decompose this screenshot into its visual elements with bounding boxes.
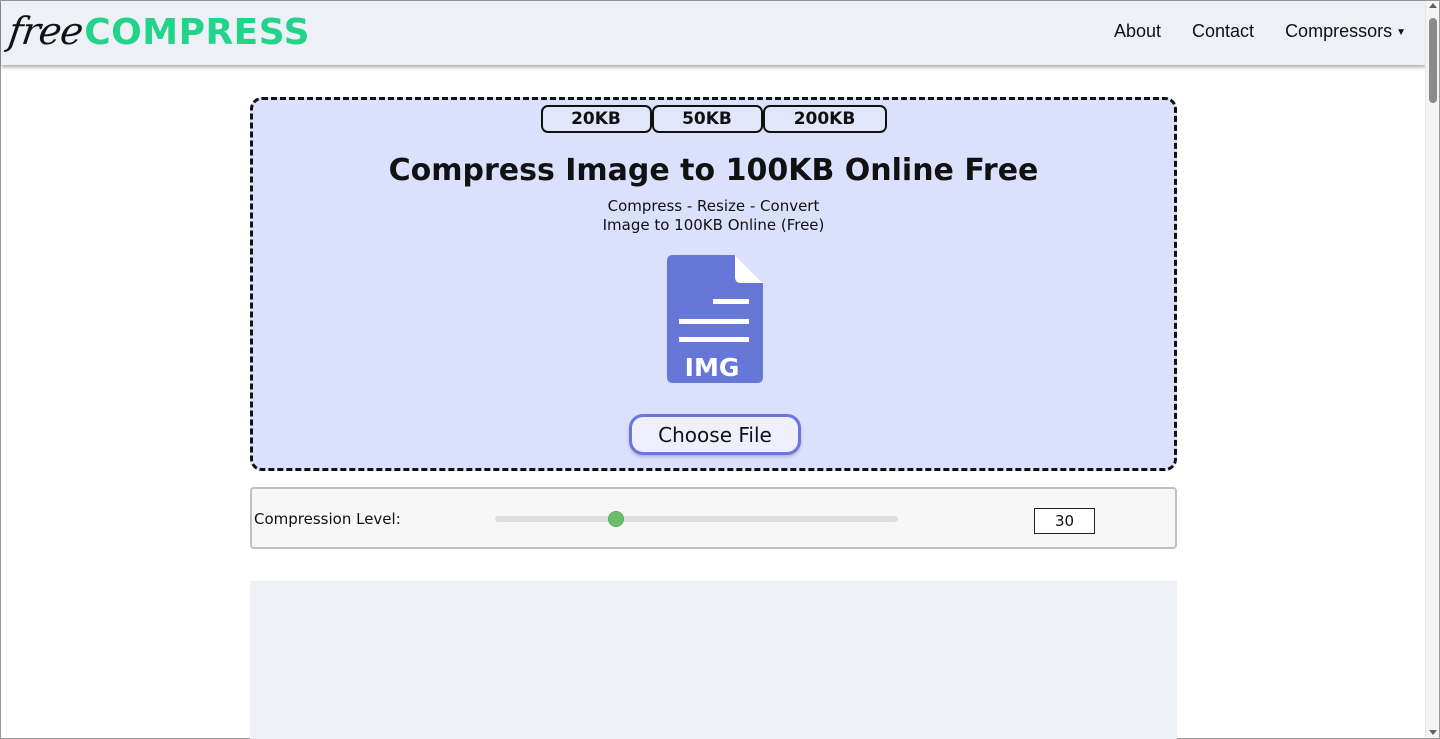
file-icon-label: IMG [685,353,740,382]
nav-compressors-label: Compressors [1285,21,1393,41]
compression-level-panel: Compression Level: 30 [250,487,1177,549]
upload-drop-zone[interactable]: 20KB 50KB 200KB Compress Image to 100KB … [250,97,1177,471]
choose-file-button[interactable]: Choose File [629,414,801,455]
compression-level-input[interactable]: 30 [1034,508,1095,534]
size-tabs: 20KB 50KB 200KB [253,105,1174,133]
scroll-down-arrow-icon[interactable] [1429,730,1437,735]
nav-contact-link[interactable]: Contact [1192,21,1254,42]
size-tab-50kb[interactable]: 50KB [651,105,763,133]
scrollbar-thumb[interactable] [1429,18,1437,103]
site-logo[interactable]: free COMPRESS [5,9,311,57]
size-tab-200kb[interactable]: 200KB [762,105,887,133]
scroll-up-arrow-icon[interactable] [1429,3,1437,8]
compression-level-label: Compression Level: [254,510,401,528]
nav-compressors-dropdown[interactable]: Compressors ▼ [1285,21,1406,42]
compression-slider-thumb[interactable] [608,511,624,527]
logo-free-text: free [5,9,86,53]
page-subtitle: Compress - Resize - Convert Image to 100… [253,197,1174,235]
compression-slider-track[interactable] [495,516,898,522]
nav-about-link[interactable]: About [1114,21,1161,42]
results-area [250,581,1177,739]
page-scrollbar[interactable] [1425,1,1439,738]
size-tab-20kb[interactable]: 20KB [540,105,652,133]
site-header: free COMPRESS About Contact Compressors ▼ [1,1,1426,65]
subtitle-line-1: Compress - Resize - Convert [607,197,820,215]
subtitle-line-2: Image to 100KB Online (Free) [602,216,825,234]
main-nav: About Contact Compressors ▼ [1083,21,1406,42]
file-image-icon: IMG [667,255,763,383]
page-title: Compress Image to 100KB Online Free [388,153,1039,188]
logo-compress-text: COMPRESS [84,12,311,53]
caret-down-icon: ▼ [1396,27,1406,38]
